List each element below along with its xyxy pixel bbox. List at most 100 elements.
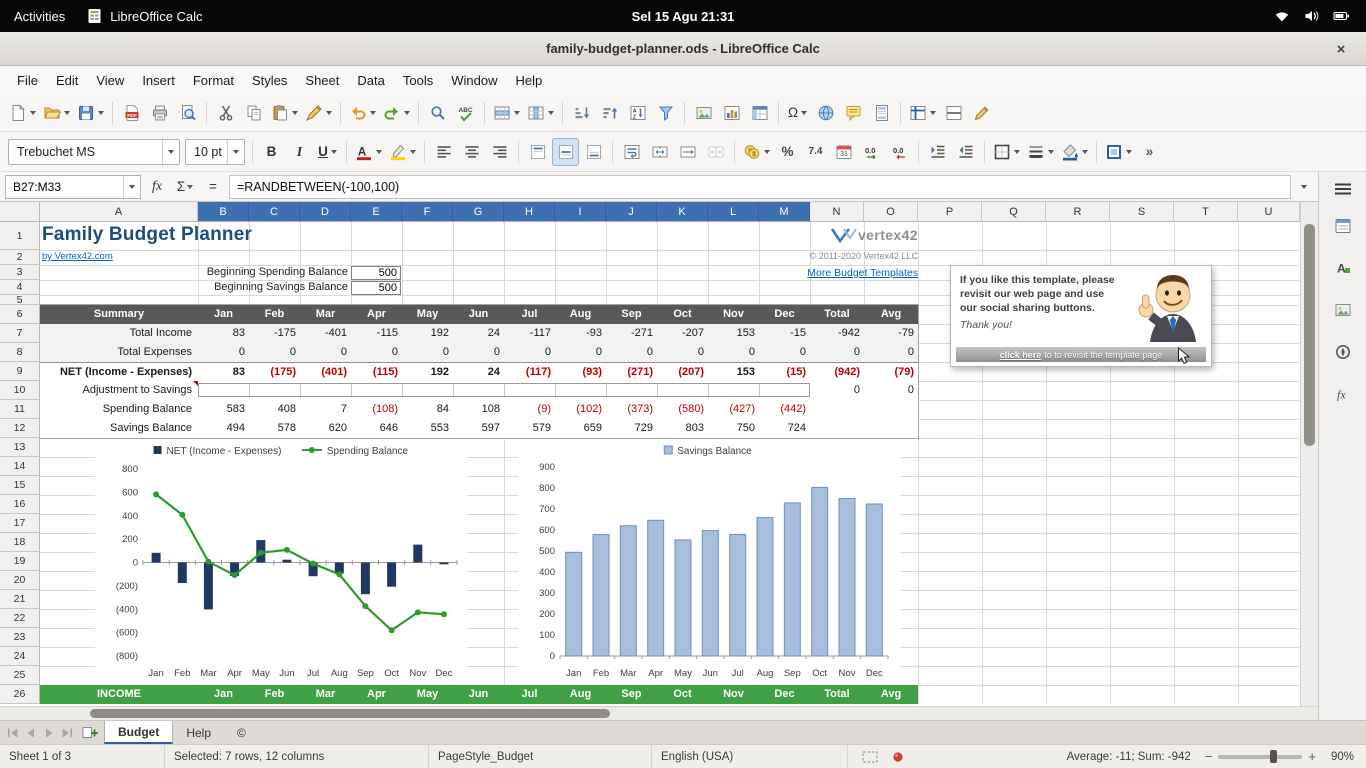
open-file-button[interactable]: [40, 99, 73, 127]
summary-header-cell[interactable]: Sep: [606, 305, 657, 324]
row-header-10[interactable]: 10: [0, 381, 40, 400]
row-header-2[interactable]: 2: [0, 250, 40, 265]
menu-file[interactable]: File: [8, 69, 47, 92]
income-header-cell[interactable]: Nov: [708, 685, 759, 704]
add-sheet-button[interactable]: [79, 721, 101, 744]
cell[interactable]: (373): [606, 400, 657, 419]
columns-menu-dropdown[interactable]: [548, 110, 554, 115]
find-and-replace-button[interactable]: [424, 99, 451, 127]
sheet-tab-help[interactable]: Help: [173, 721, 224, 744]
cell[interactable]: 192: [402, 324, 453, 343]
income-header-row[interactable]: INCOME Jan Feb Mar Apr May Jun Jul Aug Sep Oct Nov D…: [40, 685, 918, 704]
save-dropdown[interactable]: [98, 110, 104, 115]
income-header-cell[interactable]: Jan: [198, 685, 249, 704]
income-header-cell[interactable]: Jul: [504, 685, 555, 704]
copy-button[interactable]: [240, 99, 267, 127]
sort-button[interactable]: AZ: [624, 99, 651, 127]
row-header-15[interactable]: 15: [0, 476, 40, 495]
menu-window[interactable]: Window: [442, 69, 506, 92]
insert-pivot-table-button[interactable]: [746, 99, 773, 127]
cell[interactable]: -117: [504, 324, 555, 343]
headers-and-footers-button[interactable]: [868, 99, 895, 127]
print-preview-button[interactable]: [174, 99, 201, 127]
row-header-12[interactable]: 12: [0, 419, 40, 438]
income-header-cell[interactable]: Feb: [249, 685, 300, 704]
row-header-21[interactable]: 21: [0, 590, 40, 609]
cell[interactable]: (442): [759, 400, 810, 419]
formula-input[interactable]: =RANDBETWEEN(-100,100): [229, 174, 1291, 199]
cell[interactable]: 7: [300, 400, 351, 419]
row-header-7[interactable]: 7: [0, 324, 40, 343]
income-header-cell[interactable]: Sep: [606, 685, 657, 704]
align-right-button[interactable]: [486, 138, 513, 166]
menu-view[interactable]: View: [87, 69, 133, 92]
cell[interactable]: 553: [402, 419, 453, 438]
sidebar-tab-navigator[interactable]: [1328, 339, 1358, 369]
cell[interactable]: -115: [351, 324, 402, 343]
column-header-H[interactable]: H: [504, 202, 555, 222]
new-document-button[interactable]: [6, 99, 39, 127]
cell[interactable]: 0: [504, 343, 555, 362]
menu-data[interactable]: Data: [348, 69, 393, 92]
format-as-date-button[interactable]: 31: [830, 138, 857, 166]
close-button[interactable]: ×: [1330, 38, 1352, 60]
selection-status[interactable]: Selected: 7 rows, 12 columns: [165, 745, 429, 768]
template-ad-box[interactable]: If you like this template, please revisit…: [950, 265, 1212, 367]
merge-and-center-cells-button[interactable]: [646, 138, 673, 166]
cell[interactable]: 0: [351, 343, 402, 362]
split-window-button[interactable]: [940, 99, 967, 127]
spelling-button[interactable]: ABC: [452, 99, 479, 127]
sort-ascending-button[interactable]: [568, 99, 595, 127]
cell[interactable]: 84: [402, 400, 453, 419]
align-center-button[interactable]: [458, 138, 485, 166]
rows-menu-button[interactable]: [490, 99, 523, 127]
summary-header-cell[interactable]: Mar: [300, 305, 351, 324]
cell[interactable]: 0: [453, 343, 504, 362]
cell[interactable]: -271: [606, 324, 657, 343]
summary-header-cell[interactable]: Jan: [198, 305, 249, 324]
font-size-dropdown[interactable]: [227, 139, 244, 164]
income-header-cell[interactable]: Oct: [657, 685, 708, 704]
document-modified-icon[interactable]: [892, 751, 904, 763]
zoom-slider[interactable]: − +: [1205, 749, 1316, 764]
column-header-R[interactable]: R: [1046, 202, 1110, 222]
template-link-button[interactable]: click here to to revisit the template pag…: [956, 347, 1206, 362]
sidebar-tab-gallery[interactable]: [1328, 297, 1358, 327]
font-name-combo[interactable]: Trebuchet MS: [8, 138, 180, 165]
vertical-scrollbar-thumb[interactable]: [1304, 224, 1315, 446]
clone-formatting-dropdown[interactable]: [326, 110, 332, 115]
column-header-F[interactable]: F: [402, 202, 453, 222]
menu-insert[interactable]: Insert: [133, 69, 184, 92]
cell[interactable]: [864, 419, 918, 438]
column-header-I[interactable]: I: [555, 202, 606, 222]
cell[interactable]: -93: [555, 324, 606, 343]
align-bottom-button[interactable]: [580, 138, 607, 166]
select-function-button[interactable]: Σ: [173, 175, 197, 199]
border-style-button[interactable]: [1024, 138, 1057, 166]
active-app-indicator[interactable]: LibreOffice Calc: [87, 8, 203, 24]
paste-button[interactable]: [268, 99, 301, 127]
sort-descending-button[interactable]: [596, 99, 623, 127]
vertex42-logo[interactable]: vertex42: [640, 227, 918, 245]
cell[interactable]: (271): [606, 363, 657, 382]
column-header-L[interactable]: L: [708, 202, 759, 222]
cell[interactable]: (102): [555, 400, 606, 419]
merge-cells-button[interactable]: [674, 138, 701, 166]
sheet-tab-©[interactable]: ©: [224, 721, 259, 744]
cell[interactable]: 108: [453, 400, 504, 419]
beginning-savings-value[interactable]: 500: [351, 281, 401, 295]
underline-button[interactable]: U: [314, 138, 341, 166]
wrap-text-button[interactable]: [618, 138, 645, 166]
summary-header-cell[interactable]: Oct: [657, 305, 708, 324]
background-color-button[interactable]: [1058, 138, 1091, 166]
income-header-cell[interactable]: Dec: [759, 685, 810, 704]
export-as-pdf-button[interactable]: PDF: [118, 99, 145, 127]
cell[interactable]: 153: [708, 363, 759, 382]
summary-header-cell[interactable]: Aug: [555, 305, 606, 324]
highlighting-color-dropdown[interactable]: [410, 149, 416, 154]
income-header-cell[interactable]: Mar: [300, 685, 351, 704]
row-header-9[interactable]: 9: [0, 362, 40, 381]
cell[interactable]: 24: [453, 324, 504, 343]
summary-row-label[interactable]: Total Income: [40, 324, 198, 343]
sidebar-tab-properties[interactable]: [1328, 213, 1358, 243]
